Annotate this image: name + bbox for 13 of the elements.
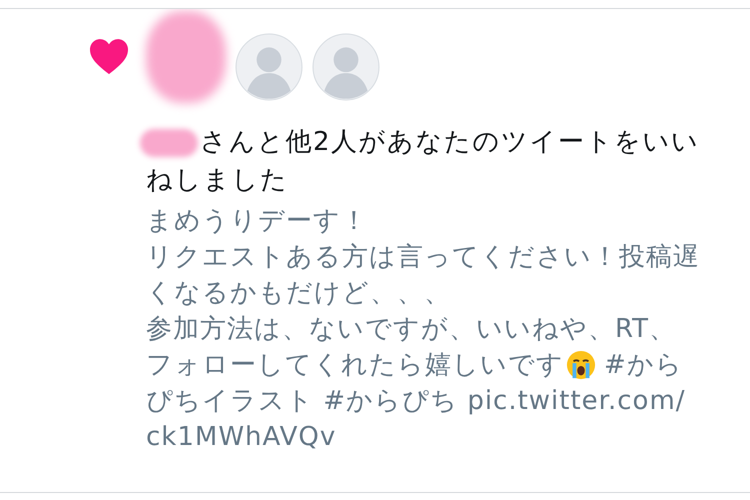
tweet-text: 参加方法は、ないですが、いいねや、RT、	[146, 313, 678, 346]
tweet-text: フォローしてくれたら嬉しいです	[146, 349, 564, 382]
notification-text: さんと他2人があなたのツイートをいいねしました	[146, 123, 726, 199]
tweet-text: #から	[604, 349, 683, 382]
crying-face-icon	[566, 350, 596, 380]
tweet-text: ck1MWhAVQv	[146, 421, 338, 454]
tweet-text: リクエストある方は言ってください！投稿遅	[146, 241, 701, 274]
avatar[interactable]	[235, 33, 303, 101]
tweet-text: ぴちイラスト #からぴち pic.twitter.com/	[146, 385, 687, 418]
tweet-text: まめうりデーす！	[146, 205, 369, 238]
tweet-text: くなるかもだけど、、、	[146, 277, 452, 310]
heart-icon	[88, 37, 130, 75]
avatar[interactable]	[312, 33, 380, 101]
